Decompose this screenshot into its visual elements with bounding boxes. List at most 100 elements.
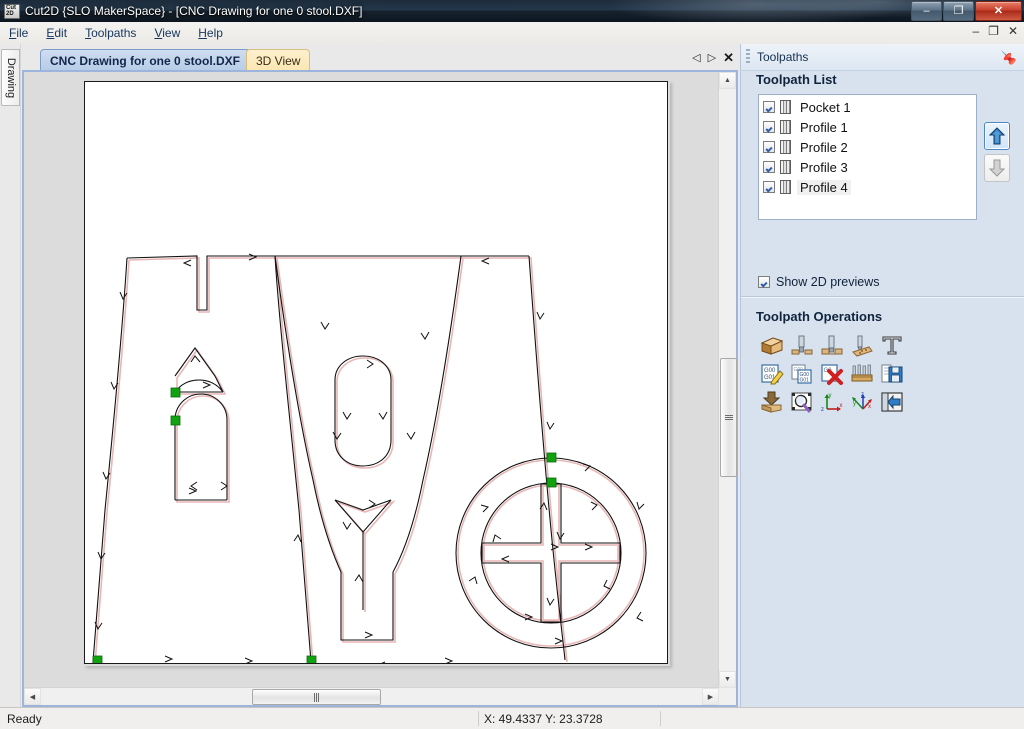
mdi-close-icon[interactable]: ✕: [1008, 24, 1018, 38]
material-sheet: [84, 81, 668, 669]
set-2d-view-button[interactable]: y x z: [818, 388, 846, 416]
list-item[interactable]: Profile 4: [761, 177, 976, 197]
list-item[interactable]: Profile 1: [761, 117, 976, 137]
menu-item-view[interactable]: View: [145, 23, 189, 43]
list-item[interactable]: Profile 2: [761, 137, 976, 157]
menu-item-help[interactable]: Help: [189, 23, 232, 43]
svg-text:G01: G01: [800, 378, 810, 384]
operations-row-1: [758, 332, 908, 360]
menu-item-file[interactable]: File: [0, 23, 37, 43]
tab-next-icon[interactable]: ▷: [708, 52, 716, 64]
scroll-down-icon[interactable]: ▼: [719, 671, 736, 688]
toolpath-icon: [780, 120, 791, 134]
toolpath-visibility-checkbox[interactable]: [763, 181, 775, 193]
scroll-up-icon[interactable]: ▲: [719, 72, 736, 89]
close-button[interactable]: ✕: [975, 1, 1022, 21]
arrow-down-icon: [989, 159, 1005, 177]
toolpath-visibility-checkbox[interactable]: [763, 121, 775, 133]
svg-text:G00: G00: [764, 368, 776, 374]
mdi-minimize-icon[interactable]: –: [972, 24, 979, 38]
tab-prev-icon[interactable]: ◁: [692, 52, 700, 64]
toolpath-visibility-checkbox[interactable]: [763, 161, 775, 173]
status-separator-right: [660, 711, 661, 726]
drilling-toolpath-button[interactable]: [818, 332, 846, 360]
close-panel-icon: [881, 392, 903, 412]
mdi-restore-icon[interactable]: ❐: [988, 24, 999, 38]
toolpath-icon: [780, 160, 791, 174]
horizontal-scroll-thumb[interactable]: [252, 689, 381, 705]
material-setup-button[interactable]: [758, 388, 786, 416]
status-separator-left: [478, 711, 479, 726]
tool-database-button[interactable]: [848, 360, 876, 388]
drawing-canvas[interactable]: [24, 72, 736, 705]
profile-toolpath-button[interactable]: [788, 332, 816, 360]
profile-toolpath-icon: [791, 335, 813, 355]
list-item[interactable]: Profile 3: [761, 157, 976, 177]
pocket-toolpath-icon: [760, 337, 784, 355]
scroll-left-icon[interactable]: ◀: [24, 688, 41, 705]
app-icon: Cut 2D: [4, 3, 20, 19]
canvas-vertical-scrollbar[interactable]: ▲ ▼: [718, 72, 737, 688]
preview-toolpath-button[interactable]: [788, 388, 816, 416]
toolpath-list-heading: Toolpath List: [756, 72, 837, 87]
sidebar-tab-drawing-label: Drawing: [4, 57, 17, 98]
duplicate-gcode-icon: G00 G00 G01: [791, 364, 812, 384]
menu-item-toolpaths[interactable]: Toolpaths: [76, 23, 145, 43]
canvas-horizontal-scrollbar[interactable]: ◀ ▶: [24, 687, 719, 705]
list-item[interactable]: Pocket 1: [761, 97, 976, 117]
vertical-scroll-thumb[interactable]: [720, 358, 737, 477]
scrollbar-corner: [719, 688, 736, 705]
show-2d-previews-label: Show 2D previews: [776, 275, 880, 289]
tab-cnc-drawing[interactable]: CNC Drawing for one 0 stool.DXF: [40, 49, 251, 72]
text-tool-button[interactable]: [878, 332, 906, 360]
close-panel-button[interactable]: [878, 388, 906, 416]
minimize-button[interactable]: –: [911, 1, 942, 21]
sidebar-tab-drawing[interactable]: Drawing: [1, 49, 20, 106]
menu-bar: File Edit Toolpaths View Help – ❐ ✕: [0, 22, 1024, 45]
status-bar: Ready X: 49.4337 Y: 23.3728: [0, 707, 1024, 729]
svg-text:z: z: [861, 392, 864, 398]
vcarve-toolpath-button[interactable]: [848, 332, 876, 360]
vcarve-toolpath-icon: [852, 335, 873, 357]
panel-drag-grip[interactable]: [746, 49, 750, 65]
maximize-icon: ❐: [953, 4, 964, 17]
menu-item-edit[interactable]: Edit: [37, 23, 76, 43]
pocket-toolpath-button[interactable]: [758, 332, 786, 360]
save-toolpath-button[interactable]: [878, 360, 906, 388]
delete-gcode-icon: G0: [821, 364, 843, 385]
toolpath-preview-vectors: [94, 257, 645, 665]
preview-toolpath-icon: [791, 392, 812, 413]
scroll-right-icon[interactable]: ▶: [702, 688, 719, 705]
delete-gcode-button[interactable]: G0: [818, 360, 846, 388]
toolpath-visibility-checkbox[interactable]: [763, 141, 775, 153]
svg-text:y: y: [853, 401, 856, 407]
svg-text:x: x: [840, 403, 843, 409]
toolpath-list[interactable]: Pocket 1 Profile 1 Profile 2 Profile 3 P…: [758, 94, 977, 220]
tab-cnc-drawing-label: CNC Drawing for one 0 stool.DXF: [50, 54, 241, 68]
title-bar: Cut 2D Cut2D {SLO MakerSpace} - [CNC Dra…: [0, 0, 1024, 22]
move-toolpath-up-button[interactable]: [984, 122, 1010, 150]
cut2d-application-window: Cut 2D Cut2D {SLO MakerSpace} - [CNC Dra…: [0, 0, 1024, 729]
show-2d-previews-checkbox[interactable]: [758, 276, 770, 288]
work-area: Drawing CNC Drawing for one 0 stool.DXF …: [0, 44, 1024, 707]
list-item-label: Profile 4: [797, 179, 851, 195]
show-2d-previews-row[interactable]: Show 2D previews: [758, 275, 880, 289]
scroll-thumb-grip: [724, 414, 733, 421]
pin-icon[interactable]: 📌: [1000, 50, 1016, 66]
set-3d-view-button[interactable]: z y x: [848, 388, 876, 416]
duplicate-gcode-button[interactable]: G00 G00 G01: [788, 360, 816, 388]
tab-3d-view-label: 3D View: [256, 54, 301, 68]
tab-3d-view[interactable]: 3D View: [246, 49, 311, 72]
move-toolpath-down-button[interactable]: [984, 154, 1010, 182]
edit-gcode-button[interactable]: G00 G01: [758, 360, 786, 388]
cad-vector-drawing: [92, 253, 647, 669]
document-pane: CNC Drawing for one 0 stool.DXF 3D View …: [22, 44, 738, 707]
tab-close-icon[interactable]: ✕: [723, 51, 734, 64]
document-tab-row: CNC Drawing for one 0 stool.DXF 3D View …: [22, 44, 738, 72]
svg-text:y: y: [829, 393, 832, 399]
tool-database-icon: [851, 364, 873, 382]
toolpath-icon: [780, 100, 791, 114]
section-divider-light: [741, 297, 1024, 298]
maximize-button[interactable]: ❐: [943, 1, 974, 21]
toolpath-visibility-checkbox[interactable]: [763, 101, 775, 113]
